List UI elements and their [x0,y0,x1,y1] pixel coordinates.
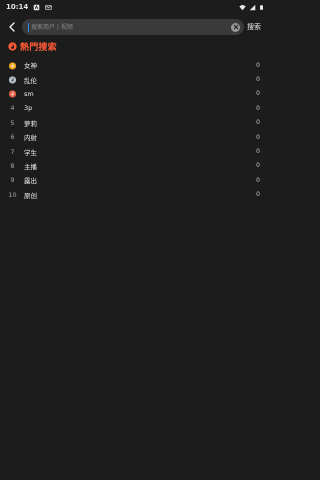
list-item[interactable]: 4 3p 0 [0,101,270,115]
item-count: 0 [256,90,260,98]
rank-badge-gold [8,61,17,70]
gold-medal-icon [8,62,17,70]
rank-number: 9 [10,176,15,185]
list-item[interactable]: 7 学生 0 [0,144,270,158]
screen: 10:14 搜索用户 | 视频 搜索 熱門搜索 女神 0 乱伦 0 sm 0 4… [0,0,270,480]
status-time: 10:14 [6,3,29,11]
clear-icon [233,24,238,30]
fire-icon [8,41,17,51]
item-count: 0 [256,148,260,156]
rank-number: 4 [10,104,15,113]
list-item[interactable]: 女神 0 [0,58,270,72]
item-label: 萝莉 [24,119,37,128]
signal-icon [249,4,256,10]
item-label: 女神 [24,62,37,71]
mail-icon [45,4,52,10]
item-count: 0 [256,76,260,84]
item-count: 0 [256,162,260,170]
list-item[interactable]: 5 萝莉 0 [0,116,270,130]
list-item[interactable]: 6 内射 0 [0,130,270,144]
list-item[interactable]: sm 0 [0,87,270,101]
chevron-left-icon [9,22,15,32]
list-item[interactable]: 乱伦 0 [0,72,270,86]
item-label: 乱伦 [24,76,37,85]
item-count: 0 [256,176,260,184]
list-item[interactable]: 8 主播 0 [0,159,270,173]
search-input[interactable] [31,21,231,33]
rank-number: 8 [10,161,15,170]
item-label: 学生 [24,148,37,157]
search-header: 搜索 [0,18,270,36]
item-count: 0 [256,119,260,127]
rank-badge-bronze [8,89,17,99]
item-label: sm [24,89,34,98]
rank-number: 5 [10,118,15,127]
back-button[interactable] [2,18,22,36]
status-bar: 10:14 [0,0,270,14]
item-count: 0 [256,61,260,69]
item-label: 露出 [24,177,37,186]
item-label: 内射 [24,134,37,143]
rank-number: 10 [8,190,17,199]
hot-search-title-text: 熱門搜索 [20,42,57,53]
item-label: 3p [24,104,33,113]
clear-button[interactable] [231,22,240,32]
wifi-icon [239,4,246,10]
battery-icon [260,4,263,10]
rank-number: 6 [10,133,15,142]
bronze-medal-icon [8,90,17,99]
search-button[interactable]: 搜索 [247,22,261,32]
item-count: 0 [256,191,260,199]
rank-badge-silver [8,75,17,84]
item-count: 0 [256,133,260,141]
list-item[interactable]: 9 露出 0 [0,173,270,187]
hot-search-title: 熱門搜索 [8,40,57,53]
item-label: 原创 [24,191,37,200]
item-label: 主播 [24,162,37,171]
text-cursor [28,22,29,32]
rank-number: 7 [10,147,15,156]
list-item[interactable]: 10 原创 0 [0,188,270,202]
item-count: 0 [256,104,260,112]
notification-a-icon [33,4,40,10]
hot-search-list: 女神 0 乱伦 0 sm 0 4 3p 0 5 萝莉 0 6 内射 0 7 学生… [0,58,270,202]
search-box[interactable] [22,19,244,35]
silver-medal-icon [8,76,17,84]
